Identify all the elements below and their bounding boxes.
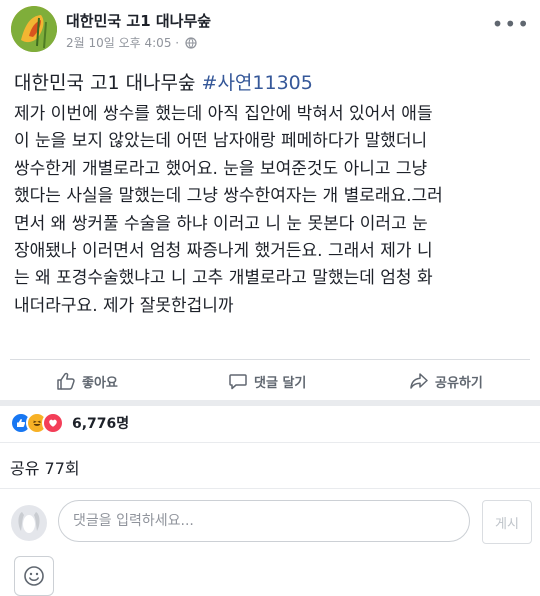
share-arrow-icon: [410, 373, 428, 389]
love-reaction-icon: [42, 412, 64, 434]
section-separator: [0, 400, 540, 406]
thumbs-up-icon: [57, 372, 75, 390]
share-button[interactable]: 공유하기: [409, 364, 483, 398]
post-meta: 2월 10일 오후 4:05 ·: [66, 34, 197, 51]
post-title: 대한민국 고1 대나무숲 #사연11305: [14, 68, 313, 95]
like-button[interactable]: 좋아요: [56, 364, 118, 398]
reactions-summary[interactable]: 6,776명: [10, 412, 129, 434]
divider: [0, 442, 540, 443]
post-body: 제가 이번에 쌍수를 했는데 아직 집안에 박혀서 있어서 애들 이 눈을 보지…: [14, 101, 528, 320]
comment-icon: [229, 374, 247, 390]
post-body-line: 했다는 사실을 말했는데 그냥 쌍수한여자는 개 별로래요.그러: [14, 186, 443, 207]
emoji-button[interactable]: [14, 556, 54, 596]
post-comment-button[interactable]: 게시: [482, 500, 532, 544]
divider: [10, 359, 530, 360]
post-header: 대한민국 고1 대나무숲 2월 10일 오후 4:05 · •••: [0, 0, 540, 62]
post-title-text: 대한민국 고1 대나무숲: [14, 72, 202, 94]
post-body-line: 이 눈을 보지 않았는데 어떤 남자애랑 페메하다가 말했더니: [14, 131, 428, 152]
share-label: 공유하기: [435, 375, 483, 391]
post-timestamp[interactable]: 2월 10일 오후 4:05 ·: [66, 36, 183, 50]
comment-button[interactable]: 댓글 달기: [228, 364, 306, 398]
reaction-count: 6,776명: [72, 416, 130, 432]
post-body-line: 쌍수한게 개별로라고 했어요. 눈을 보여준것도 아니고 그냥: [14, 158, 428, 179]
globe-icon: [185, 37, 197, 49]
comment-input[interactable]: [58, 500, 470, 542]
commenter-avatar: [11, 505, 47, 541]
page-name[interactable]: 대한민국 고1 대나무숲: [66, 10, 211, 31]
comment-label: 댓글 달기: [254, 375, 307, 391]
post-body-line: 는 왜 포경수술했냐고 니 고추 개별로라고 말했는데 엄청 화: [14, 268, 433, 289]
smiley-icon: [24, 566, 44, 586]
divider: [0, 488, 540, 489]
post-body-line: 면서 왜 쌍커풀 수술을 하냐 이러고 니 눈 못본다 이러고 눈: [14, 213, 428, 234]
like-label: 좋아요: [82, 375, 118, 391]
page-avatar[interactable]: [11, 6, 57, 52]
share-count[interactable]: 공유 77회: [10, 455, 80, 479]
post-actions-bar: 좋아요 댓글 달기 공유하기: [0, 364, 540, 398]
post-body-line: 내더라구요. 제가 잘못한겁니까: [14, 295, 234, 316]
avatar-image: [11, 6, 57, 52]
more-options-button[interactable]: •••: [492, 12, 530, 36]
post-body-line: 제가 이번에 쌍수를 했는데 아직 집안에 박혀서 있어서 애들: [14, 104, 433, 124]
post-hashtag-link[interactable]: #사연11305: [202, 72, 313, 94]
post-body-line: 장애됐나 이러면서 엄청 짜증나게 했거든요. 그래서 제가 니: [14, 241, 433, 262]
